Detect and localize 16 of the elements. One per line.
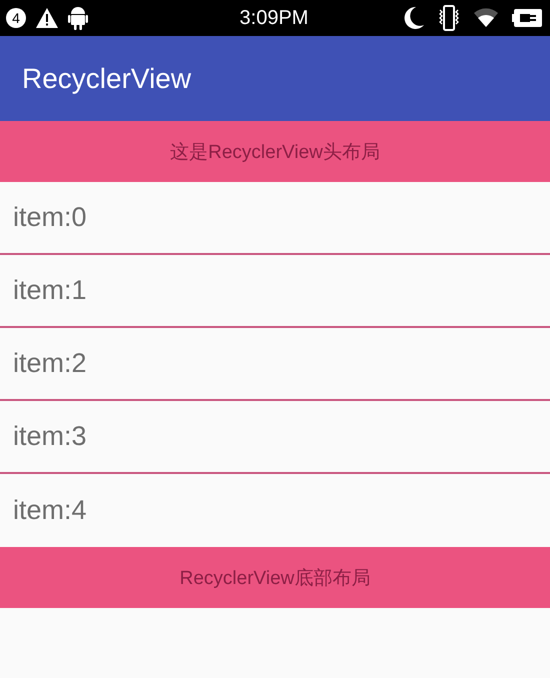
app-title: RecyclerView bbox=[22, 62, 192, 94]
moon-icon bbox=[404, 7, 424, 29]
list-item[interactable]: item:0 bbox=[0, 182, 550, 255]
notification-badge: 4 bbox=[6, 8, 26, 28]
vibrate-icon bbox=[438, 5, 460, 31]
list-item[interactable]: item:3 bbox=[0, 401, 550, 474]
footer-banner: RecyclerView底部布局 bbox=[0, 547, 550, 608]
clock-time: 3:09PM bbox=[240, 6, 308, 30]
wifi-icon bbox=[474, 8, 498, 28]
list-item[interactable]: item:2 bbox=[0, 328, 550, 401]
header-banner: 这是RecyclerView头布局 bbox=[0, 121, 550, 182]
battery-charging-icon bbox=[512, 8, 542, 28]
warning-icon bbox=[36, 8, 58, 28]
list-item[interactable]: item:1 bbox=[0, 255, 550, 328]
list-item[interactable]: item:4 bbox=[0, 474, 550, 547]
android-icon bbox=[68, 6, 88, 30]
